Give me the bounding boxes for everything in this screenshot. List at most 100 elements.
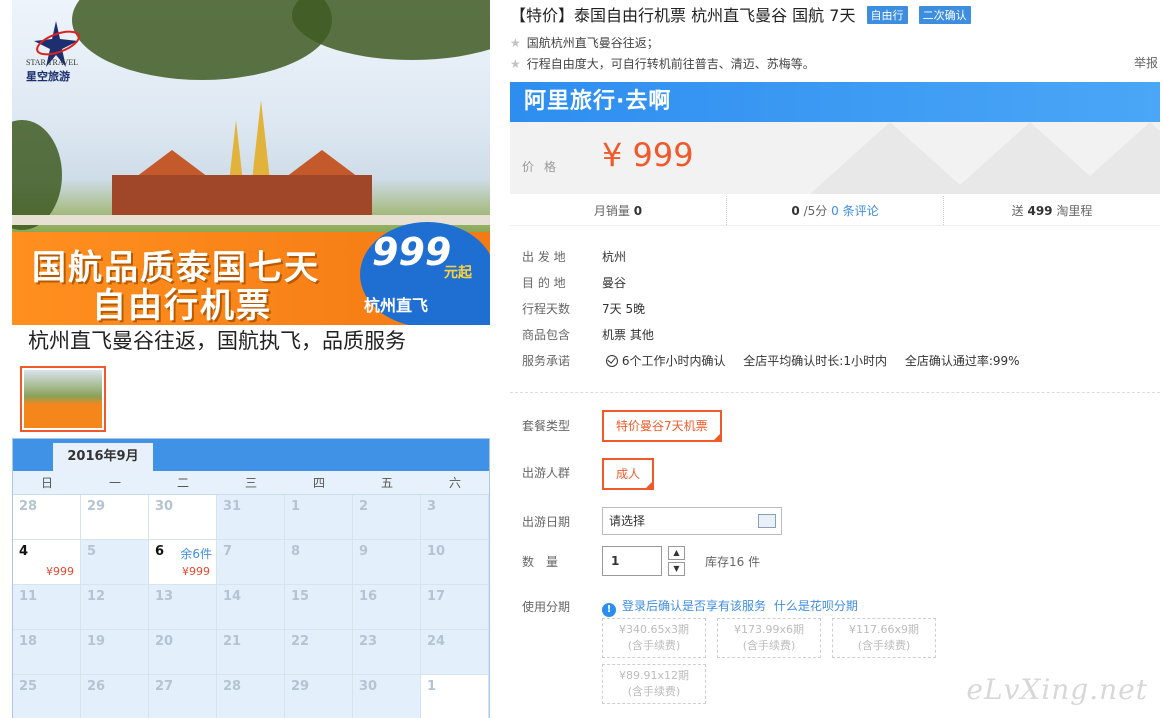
calendar-day: 29 bbox=[81, 495, 149, 540]
slogan: 杭州直飞曼谷往返，国航执飞，品质服务 bbox=[28, 329, 406, 353]
calendar-day: 10 bbox=[421, 540, 489, 585]
day-number: 11 bbox=[19, 589, 38, 604]
calendar-day[interactable]: 4 ¥999 bbox=[13, 540, 81, 585]
calendar-day: 27 bbox=[149, 675, 217, 718]
promo-price: 999 bbox=[372, 230, 452, 274]
installment-option[interactable]: ¥340.65x3期 (含手续费) bbox=[602, 618, 706, 658]
hero-image: STAR TRAVEL 星空旅游 国航品质泰国七天 自由行机票 999 元起 杭… bbox=[12, 0, 490, 325]
monthly-sales-value: 0 bbox=[633, 204, 643, 218]
price-calendar: 2016年9月 日 一 二 三 四 五 六 28 29 30 31 1 2 3 4 ¥999 5 6… bbox=[12, 438, 490, 718]
service-item: 全店确认通过率:99% bbox=[904, 354, 1020, 368]
logo-text-en: STAR TRAVEL bbox=[26, 58, 79, 67]
day-number: 16 bbox=[359, 589, 378, 604]
decor-triangle bbox=[810, 122, 970, 194]
info-value: 杭州 bbox=[602, 250, 627, 264]
feature-text: 行程自由度大，可自行转机前往普吉、清迈、苏梅等。 bbox=[526, 57, 815, 71]
crowd-option[interactable]: 成人 bbox=[602, 458, 655, 490]
qty-increase-button[interactable]: ▲ bbox=[668, 546, 685, 560]
installment-option[interactable]: ¥117.66x9期 (含手续费) bbox=[832, 618, 936, 658]
calendar-weekdays: 日 一 二 三 四 五 六 bbox=[13, 471, 489, 495]
qty-decrease-button[interactable]: ▼ bbox=[668, 562, 685, 576]
calendar-day: 1 bbox=[285, 495, 353, 540]
installment-fee: (含手续费) bbox=[627, 685, 681, 698]
feature-1: ★ 国航杭州直飞曼谷往返； bbox=[510, 34, 659, 51]
date-picker[interactable]: 请选择 bbox=[602, 507, 782, 535]
day-number: 12 bbox=[87, 589, 106, 604]
day-number: 28 bbox=[19, 499, 38, 514]
day-number: 25 bbox=[19, 679, 38, 694]
weekday: 四 bbox=[312, 476, 325, 490]
day-number: 4 bbox=[19, 544, 29, 559]
weekday: 二 bbox=[176, 476, 189, 490]
installment-tip: ! 登录后确认是否享有该服务 什么是花呗分期 bbox=[602, 597, 858, 617]
calendar-day: 30 bbox=[353, 675, 421, 718]
installment-amount: ¥117.66x9期 bbox=[849, 623, 919, 636]
product-title: 【特价】泰国自由行机票 杭州直飞曼谷 国航 7天 自由行 二次确认 bbox=[510, 2, 971, 26]
promo-line-2: 自由行机票 bbox=[92, 286, 272, 325]
price-value: ¥ 999 bbox=[602, 136, 694, 174]
calendar-day: 30 bbox=[149, 495, 217, 540]
day-number: 19 bbox=[87, 634, 106, 649]
calendar-day: 31 bbox=[217, 495, 285, 540]
check-icon bbox=[605, 355, 618, 367]
installment-option[interactable]: ¥173.99x6期 (含手续费) bbox=[717, 618, 821, 658]
day-number: 28 bbox=[223, 679, 242, 694]
watermark: eLvXing.net bbox=[966, 673, 1148, 706]
date-placeholder: 请选择 bbox=[609, 514, 646, 528]
installment-option[interactable]: ¥89.91x12期 (含手续费) bbox=[602, 664, 706, 704]
day-number: 30 bbox=[155, 499, 174, 514]
price-label: 价格 bbox=[522, 160, 567, 174]
trip-info: 出 发 地 杭州 目 的 地 曼谷 行程天数 7天 5晚 商品包含 机票 其他 服务承诺… bbox=[522, 248, 1020, 378]
monthly-sales-label: 月销量 bbox=[593, 204, 630, 218]
weekday: 五 bbox=[380, 476, 393, 490]
feature-2: ★ 行程自由度大，可自行转机前往普吉、清迈、苏梅等。 bbox=[510, 55, 815, 72]
calendar-header: 2016年9月 bbox=[13, 439, 489, 471]
info-label: 行程天数 bbox=[522, 302, 571, 316]
day-number: 27 bbox=[155, 679, 174, 694]
package-option[interactable]: 特价曼谷7天机票 bbox=[602, 410, 722, 442]
installment-fee: (含手续费) bbox=[742, 639, 796, 652]
report-link[interactable]: 举报 bbox=[1134, 54, 1158, 71]
calendar-day: 13 bbox=[149, 585, 217, 630]
reviews-link[interactable]: 0 条评论 bbox=[831, 204, 878, 218]
rating-suffix: /5分 bbox=[803, 204, 828, 218]
calendar-day: 20 bbox=[149, 630, 217, 675]
calendar-icon[interactable] bbox=[758, 514, 776, 528]
installment-login-link[interactable]: 登录后确认是否享有该服务 bbox=[622, 599, 766, 613]
calendar-day: 15 bbox=[285, 585, 353, 630]
installment-amount: ¥173.99x6期 bbox=[734, 623, 804, 636]
day-number: 29 bbox=[291, 679, 310, 694]
info-row-days: 行程天数 7天 5晚 bbox=[522, 300, 1020, 326]
calendar-day: 5 bbox=[81, 540, 149, 585]
day-number: 24 bbox=[427, 634, 446, 649]
calendar-grid: 28 29 30 31 1 2 3 4 ¥999 5 6 余6件 ¥999 7 8 9 10 11 12 13 14 15… bbox=[13, 495, 489, 718]
feature-text: 国航杭州直飞曼谷往返； bbox=[526, 36, 659, 50]
installment-help-link[interactable]: 什么是花呗分期 bbox=[774, 599, 858, 613]
qty-label: 数 量 bbox=[522, 555, 559, 569]
tag-reconfirm: 二次确认 bbox=[918, 6, 971, 24]
info-label: 目 的 地 bbox=[522, 276, 566, 290]
calendar-day[interactable]: 6 余6件 ¥999 bbox=[149, 540, 217, 585]
day-number: 23 bbox=[359, 634, 378, 649]
calendar-day: 9 bbox=[353, 540, 421, 585]
day-price: ¥999 bbox=[182, 565, 210, 578]
calendar-day: 18 bbox=[13, 630, 81, 675]
stock: 库存16 件 bbox=[705, 555, 761, 569]
day-number: 7 bbox=[223, 544, 233, 559]
calendar-day: 16 bbox=[353, 585, 421, 630]
installment-amount: ¥89.91x12期 bbox=[619, 669, 689, 682]
points-prefix: 送 bbox=[1011, 204, 1024, 218]
brand-banner: 阿里旅行·去啊 bbox=[510, 82, 1160, 122]
calendar-day: 11 bbox=[13, 585, 81, 630]
day-number: 30 bbox=[359, 679, 378, 694]
info-row-to: 目 的 地 曼谷 bbox=[522, 274, 1020, 300]
day-number: 8 bbox=[291, 544, 301, 559]
calendar-day: 1 bbox=[421, 675, 489, 718]
day-number: 18 bbox=[19, 634, 38, 649]
thumbnail[interactable] bbox=[20, 366, 106, 432]
quantity-input[interactable]: 1 bbox=[602, 546, 662, 576]
calendar-day: 12 bbox=[81, 585, 149, 630]
day-number: 15 bbox=[291, 589, 310, 604]
logo-text-cn: 星空旅游 bbox=[26, 70, 70, 83]
calendar-month[interactable]: 2016年9月 bbox=[53, 443, 153, 471]
